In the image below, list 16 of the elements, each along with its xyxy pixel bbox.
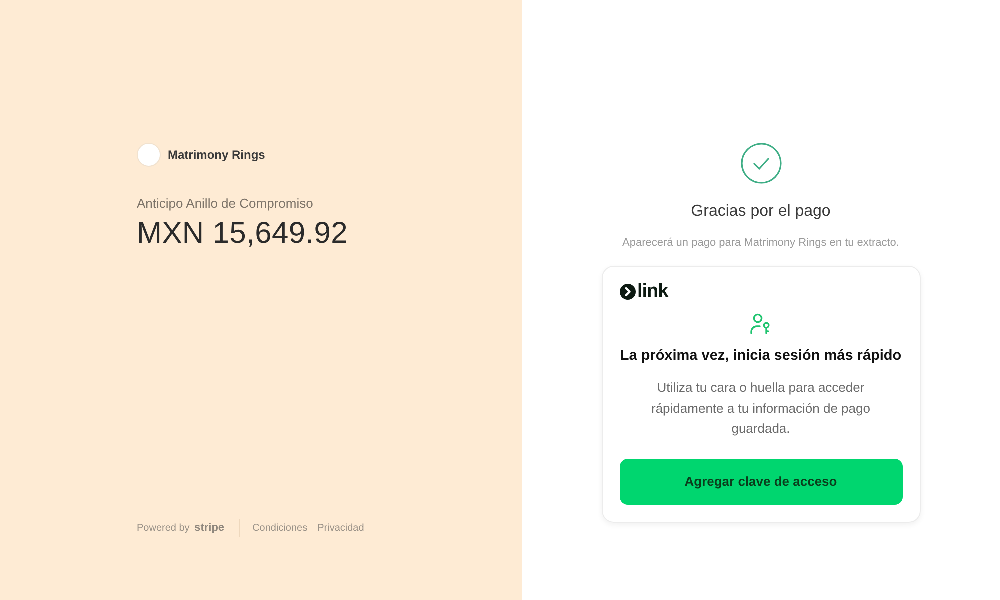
footer-link[interactable]: Privacidad [318,522,364,534]
powered-by-link[interactable]: Powered by stripe [137,522,225,534]
check-circle-icon [740,143,782,184]
card-heading: La próxima vez, inicia sesión más rápido [620,348,902,364]
arrow-circle-icon [620,284,636,300]
link-logo-text: link [638,283,668,301]
add-passkey-button[interactable]: Agregar clave de acceso [620,458,902,504]
merchant-logo-icon [137,143,161,167]
footer-link[interactable]: Condiciones [252,522,308,534]
card-description: Utiliza tu cara o huella para acceder rápidamente a tu información de pago guardada. [650,379,872,438]
product-name: Anticipo Anillo de Compromiso [137,196,314,211]
confirmation-title: Gracias por el pago [691,203,831,221]
merchant-name: Matrimony Rings [168,148,266,162]
confirmation-subtitle: Aparecerá un pago para Matrimony Rings en tu extracto. [622,237,900,249]
amount: MXN 15,649.92 [137,217,350,251]
user-key-icon [750,313,772,335]
